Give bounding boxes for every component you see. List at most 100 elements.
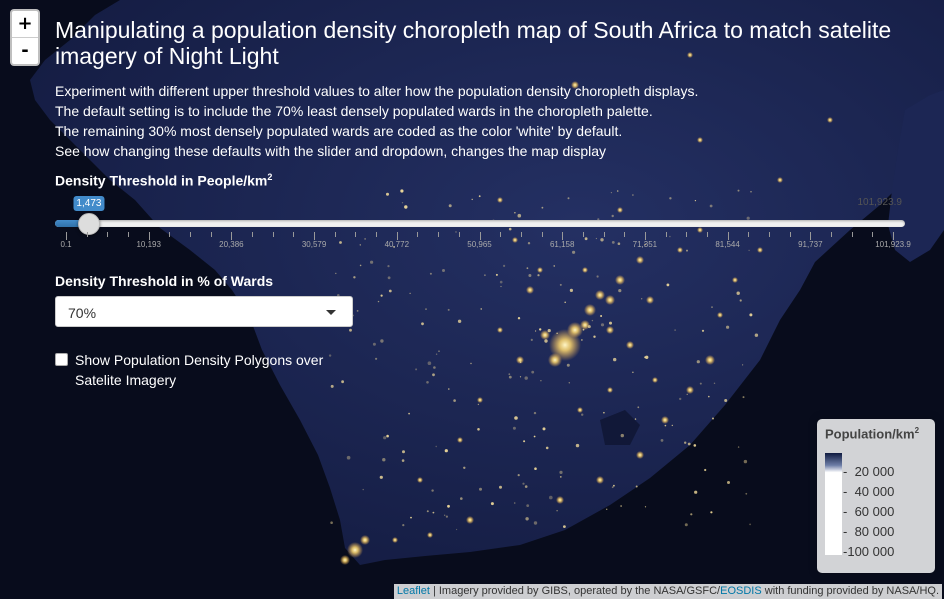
light-speck <box>559 476 562 478</box>
light-speck <box>508 375 512 379</box>
density-threshold-label: Density Threshold in People/km2 <box>55 172 272 189</box>
slider-tick <box>417 232 419 237</box>
city-light <box>548 353 562 367</box>
density-threshold-label-sup: 2 <box>267 172 273 182</box>
percent-threshold-dropdown[interactable]: 70% <box>55 296 353 327</box>
light-speck <box>596 275 599 278</box>
light-speck <box>433 366 436 369</box>
light-speck <box>749 313 753 317</box>
slider-tick <box>107 232 109 237</box>
light-speck <box>432 373 435 377</box>
slider-tick <box>190 232 192 237</box>
light-speck <box>603 411 605 414</box>
light-speck <box>611 486 614 489</box>
slider-tick <box>210 232 212 237</box>
attribution-text: | Imagery provided by GIBS, operated by … <box>429 585 721 597</box>
density-threshold-slider[interactable]: 101,923.9 1,473 0.1 10,193 20,386 30,579 40,… <box>55 194 920 254</box>
light-speck <box>686 393 688 395</box>
light-speck <box>460 497 463 500</box>
slider-tick <box>830 232 832 237</box>
legend-tick: - <box>843 464 855 479</box>
light-speck <box>379 475 383 479</box>
light-speck <box>453 399 456 402</box>
light-speck <box>330 521 333 524</box>
light-speck <box>660 439 664 442</box>
light-speck <box>410 516 412 519</box>
slider-tick <box>624 232 626 237</box>
light-speck <box>581 339 583 341</box>
city-light <box>497 327 503 333</box>
light-speck <box>513 502 516 504</box>
leaflet-link[interactable]: Leaflet <box>397 585 430 597</box>
city-light <box>605 295 615 305</box>
slider-tick-label: 30,579 <box>301 240 327 249</box>
light-speck <box>426 381 429 384</box>
slider-tick <box>458 232 460 237</box>
light-speck <box>666 283 670 287</box>
legend-entry: -100 000 <box>843 544 894 559</box>
light-speck <box>591 319 594 322</box>
light-speck <box>616 190 619 192</box>
slider-tick <box>851 232 853 237</box>
zoom-out-button[interactable]: - <box>12 38 38 64</box>
slider-tick <box>541 232 543 237</box>
attribution-text-end: with funding provided by NASA/HQ. <box>761 585 939 597</box>
light-speck <box>479 487 482 491</box>
slider-tick-label: 91,737 <box>798 240 823 249</box>
legend-entry: - 80 000 <box>843 524 894 539</box>
slider-tick <box>810 232 812 240</box>
light-speck <box>613 357 617 362</box>
polygons-checkbox[interactable] <box>55 353 68 366</box>
light-speck <box>547 329 551 333</box>
legend-tick: - <box>843 524 855 539</box>
light-speck <box>421 322 424 326</box>
light-speck <box>512 426 516 430</box>
light-speck <box>386 434 389 438</box>
light-speck <box>553 265 555 267</box>
city-light <box>705 355 715 365</box>
legend-entry-label: 20 000 <box>854 464 895 479</box>
legend-tick: - <box>843 484 855 499</box>
light-speck <box>499 485 502 489</box>
city-light <box>607 387 613 393</box>
light-speck <box>745 492 748 495</box>
light-speck <box>514 416 518 420</box>
light-speck <box>447 308 450 311</box>
light-speck <box>531 370 535 374</box>
city-light <box>466 516 474 524</box>
city-light <box>580 320 590 330</box>
light-speck <box>346 455 351 460</box>
city-light <box>732 277 738 283</box>
light-speck <box>431 489 434 492</box>
light-speck <box>425 308 427 310</box>
density-threshold-label-text: Density Threshold in People/km <box>55 172 268 189</box>
light-speck <box>435 445 437 448</box>
light-speck <box>495 273 498 276</box>
slider-tick <box>128 232 130 237</box>
slider-tick <box>376 232 378 237</box>
light-speck <box>635 485 638 488</box>
eosdis-link[interactable]: EOSDIS <box>720 585 762 597</box>
light-speck <box>400 189 404 193</box>
light-speck <box>713 382 716 384</box>
light-speck <box>524 485 528 488</box>
legend-entry: - 60 000 <box>843 504 894 519</box>
light-speck <box>606 508 608 510</box>
slider-tick-label: 61,158 <box>549 240 575 249</box>
slider-track[interactable] <box>55 220 905 227</box>
slider-tick <box>727 232 729 240</box>
light-speck <box>442 269 445 272</box>
city-light <box>661 416 669 424</box>
light-speck <box>524 376 528 380</box>
light-speck <box>388 289 392 293</box>
light-speck <box>645 355 649 359</box>
light-speck <box>477 428 480 431</box>
light-speck <box>540 380 542 382</box>
slider-tick <box>355 232 357 237</box>
light-speck <box>724 399 728 402</box>
city-light <box>347 542 363 558</box>
zoom-in-button[interactable]: + <box>12 11 38 38</box>
legend-title-text: Population/km <box>825 426 915 442</box>
light-speck <box>664 424 667 427</box>
light-speck <box>708 395 710 398</box>
